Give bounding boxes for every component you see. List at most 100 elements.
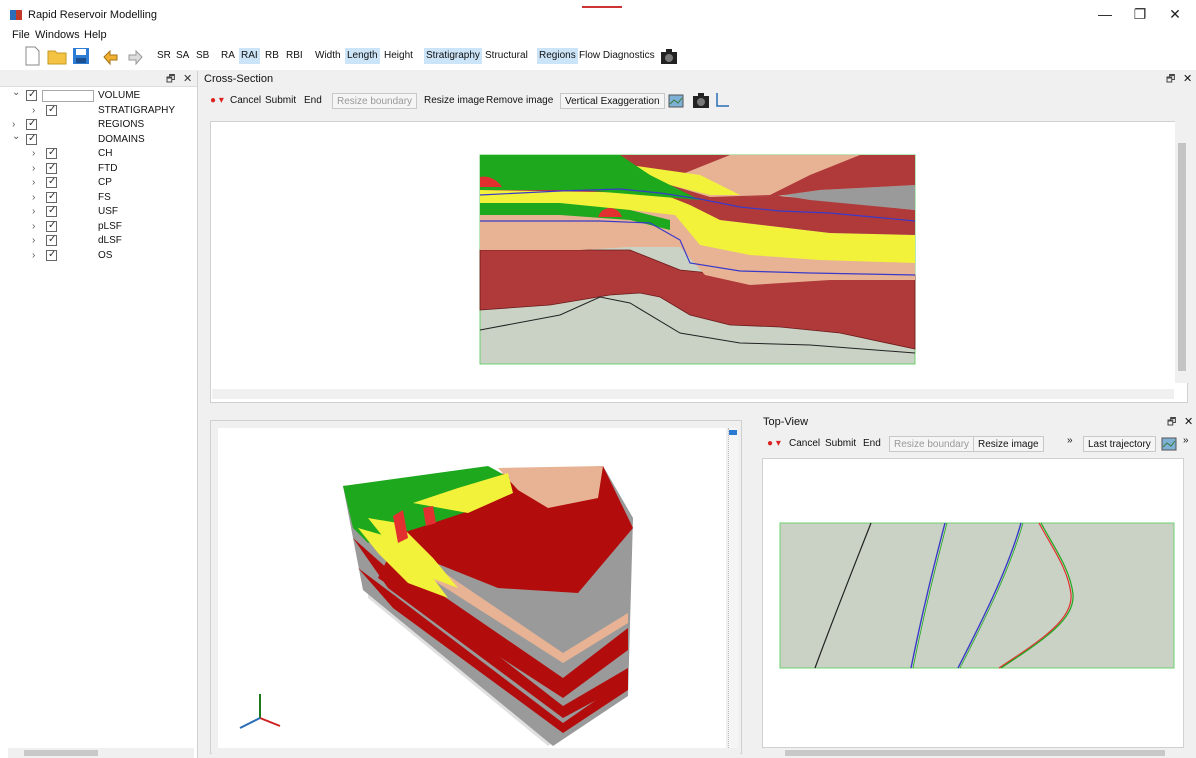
- tree-item-cp[interactable]: › CP: [0, 175, 196, 190]
- more-tools-button-2[interactable]: »: [1183, 433, 1189, 449]
- volume-name-field[interactable]: [42, 90, 94, 102]
- camera-icon[interactable]: [692, 91, 710, 109]
- checkbox[interactable]: [46, 190, 57, 204]
- open-folder-icon[interactable]: [47, 46, 67, 66]
- submit-button[interactable]: Submit: [265, 93, 296, 109]
- tree-item-volume[interactable]: ⌄ VOLUME: [0, 86, 196, 103]
- chevron-right-icon[interactable]: ›: [32, 176, 35, 190]
- chevron-right-icon[interactable]: ›: [32, 104, 35, 118]
- checkbox[interactable]: [46, 248, 57, 262]
- close-dock-icon[interactable]: ✕: [183, 72, 192, 85]
- mode-ra-button[interactable]: RA: [219, 48, 237, 64]
- menu-file[interactable]: File: [12, 29, 30, 41]
- cross-section-vertical-scrollbar[interactable]: [1175, 121, 1188, 383]
- resize-boundary-button[interactable]: Resize boundary: [889, 436, 975, 452]
- image-layer-icon[interactable]: [668, 92, 686, 110]
- tree-item-os[interactable]: › OS: [0, 248, 196, 263]
- float-dock-icon[interactable]: 🗗: [166, 72, 175, 89]
- minimize-button[interactable]: —: [1090, 4, 1120, 24]
- save-icon[interactable]: [71, 46, 91, 66]
- resize-image-button[interactable]: Resize image: [973, 436, 1044, 452]
- sketch-color-icon[interactable]: ● ▾: [210, 93, 224, 109]
- more-tools-button[interactable]: »: [1067, 433, 1073, 449]
- checkbox[interactable]: [46, 233, 57, 247]
- cross-section-drawing[interactable]: [211, 122, 1189, 404]
- sketch-color-icon[interactable]: ● ▾: [767, 436, 781, 452]
- last-trajectory-button[interactable]: Last trajectory: [1083, 436, 1156, 452]
- chevron-right-icon[interactable]: ›: [32, 191, 35, 205]
- axes-icon[interactable]: [714, 92, 730, 108]
- end-button[interactable]: End: [863, 436, 881, 452]
- end-button[interactable]: End: [304, 93, 322, 109]
- checkbox[interactable]: [46, 103, 57, 117]
- tree-item-stratigraphy[interactable]: › STRATIGRAPHY: [0, 103, 196, 118]
- top-view-vertical-scrollbar[interactable]: [1185, 458, 1196, 748]
- checkbox[interactable]: [26, 132, 37, 146]
- cancel-button[interactable]: Cancel: [789, 436, 820, 452]
- checkbox[interactable]: [46, 175, 57, 189]
- tree-item-plsf[interactable]: › pLSF: [0, 219, 196, 234]
- tree-item-ch[interactable]: › CH: [0, 146, 196, 161]
- checkbox[interactable]: [26, 117, 37, 131]
- image-layer-icon[interactable]: [1161, 435, 1179, 453]
- checkbox[interactable]: [46, 146, 57, 160]
- tree-horizontal-scrollbar[interactable]: [8, 748, 194, 758]
- tree-item-regions[interactable]: ›REGIONS: [0, 117, 196, 132]
- mode-sb-button[interactable]: SB: [194, 48, 211, 64]
- mode-sa-button[interactable]: SA: [174, 48, 191, 64]
- close-dock-icon[interactable]: ✕: [1183, 72, 1192, 85]
- camera-icon[interactable]: [659, 46, 679, 66]
- tree-item-usf[interactable]: › USF: [0, 204, 196, 219]
- top-view-canvas[interactable]: [762, 458, 1184, 748]
- submit-button[interactable]: Submit: [825, 436, 856, 452]
- close-button[interactable]: ✕: [1160, 4, 1190, 24]
- view-stratigraphy-button[interactable]: Stratigraphy: [424, 48, 482, 64]
- resize-image-button[interactable]: Resize image: [424, 93, 485, 109]
- new-file-icon[interactable]: [22, 46, 42, 66]
- mode-rb-button[interactable]: RB: [263, 48, 281, 64]
- menu-help[interactable]: Help: [84, 29, 107, 41]
- chevron-down-icon[interactable]: ⌄: [12, 86, 20, 100]
- view-3d-slider[interactable]: [728, 428, 738, 748]
- chevron-right-icon[interactable]: ›: [32, 220, 35, 234]
- tree-item-dlsf[interactable]: › dLSF: [0, 233, 196, 248]
- tree-item-domains[interactable]: ⌄ DOMAINS: [0, 130, 196, 147]
- redo-icon[interactable]: [125, 46, 145, 66]
- checkbox[interactable]: [26, 88, 37, 102]
- chevron-down-icon[interactable]: ⌄: [12, 130, 20, 144]
- dim-length-button[interactable]: Length: [345, 48, 380, 64]
- checkbox[interactable]: [46, 161, 57, 175]
- mode-rai-button[interactable]: RAI: [239, 48, 260, 64]
- block-model-3d[interactable]: [218, 428, 726, 748]
- cancel-button[interactable]: Cancel: [230, 93, 261, 109]
- tree-item-ftd[interactable]: › FTD: [0, 161, 196, 176]
- view-3d-canvas[interactable]: [218, 428, 726, 748]
- maximize-button[interactable]: ❐: [1125, 4, 1155, 24]
- undo-icon[interactable]: [101, 46, 121, 66]
- checkbox[interactable]: [46, 204, 57, 218]
- cross-section-canvas[interactable]: [210, 121, 1188, 403]
- mode-sr-button[interactable]: SR: [155, 48, 173, 64]
- top-view-drawing[interactable]: [763, 459, 1185, 749]
- dim-height-button[interactable]: Height: [382, 48, 415, 64]
- mode-rbi-button[interactable]: RBI: [284, 48, 305, 64]
- chevron-right-icon[interactable]: ›: [32, 234, 35, 248]
- chevron-right-icon[interactable]: ›: [32, 162, 35, 176]
- vertical-exaggeration-button[interactable]: Vertical Exaggeration: [560, 93, 665, 109]
- dim-width-button[interactable]: Width: [313, 48, 343, 64]
- checkbox[interactable]: [46, 219, 57, 233]
- menu-windows[interactable]: Windows: [35, 29, 80, 41]
- chevron-right-icon[interactable]: ›: [32, 147, 35, 161]
- view-structural-button[interactable]: Structural: [483, 48, 530, 64]
- cross-section-horizontal-scrollbar[interactable]: [212, 389, 1174, 399]
- remove-image-button[interactable]: Remove image: [486, 93, 553, 109]
- view-3d-horizontal-scrollbar[interactable]: [212, 748, 740, 758]
- view-regions-button[interactable]: Regions: [537, 48, 578, 64]
- chevron-right-icon[interactable]: ›: [32, 205, 35, 219]
- close-dock-icon[interactable]: ✕: [1184, 415, 1193, 428]
- tree-item-fs[interactable]: › FS: [0, 190, 196, 205]
- chevron-right-icon[interactable]: ›: [32, 249, 35, 263]
- resize-boundary-button[interactable]: Resize boundary: [332, 93, 418, 109]
- top-view-horizontal-scrollbar[interactable]: [763, 748, 1183, 758]
- view-flow-diagnostics-button[interactable]: Flow Diagnostics: [577, 48, 657, 64]
